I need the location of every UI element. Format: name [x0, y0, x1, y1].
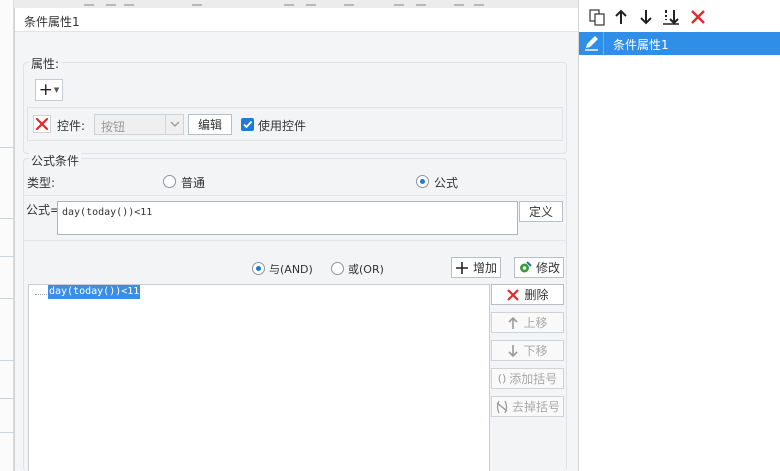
move-up-button[interactable]: 上移 [491, 312, 564, 333]
control-label: 控件: [57, 119, 86, 133]
plus-icon [455, 261, 468, 274]
condition-attribute-panel: 条件属性1 [578, 0, 780, 471]
close-icon[interactable] [689, 8, 707, 26]
chevron-down-icon [165, 115, 183, 134]
logic-or-radio[interactable] [331, 262, 344, 275]
use-control-label: 使用控件 [258, 119, 307, 133]
divider [24, 195, 567, 196]
control-select[interactable]: 按钮 [94, 114, 184, 135]
formula-condition-group: 公式条件 类型: 普通 公式 公式= day(today())<11 定义 与(… [23, 152, 567, 471]
remove-bracket-icon [496, 400, 508, 413]
copy-icon[interactable] [588, 8, 606, 26]
arrow-up-icon [508, 316, 519, 329]
close-icon [35, 117, 49, 131]
remove-bracket-button[interactable]: 去掉括号 [491, 396, 564, 417]
remove-control-button[interactable] [33, 115, 51, 133]
formula-condition-legend: 公式条件 [29, 152, 82, 169]
move-down-label: 下移 [523, 344, 548, 358]
modify-condition-label: 修改 [535, 261, 560, 275]
type-label: 类型: [27, 176, 56, 190]
move-to-bottom-icon[interactable] [662, 8, 680, 26]
checkmark-icon [243, 120, 253, 129]
arrow-down-icon[interactable] [637, 8, 655, 26]
add-property-button[interactable]: + ▼ [35, 79, 63, 101]
add-bracket-button[interactable]: () 添加括号 [491, 368, 564, 389]
modify-condition-button[interactable]: 修改 [514, 257, 564, 278]
formula-label: 公式= [26, 203, 61, 217]
panel-toolbar [579, 0, 780, 32]
add-condition-label: 增加 [472, 261, 497, 275]
bracket-icon: () [497, 372, 507, 385]
divider [24, 240, 567, 241]
plus-icon: + [38, 79, 53, 100]
pencil-icon [579, 32, 604, 55]
type-normal-label: 普通 [181, 176, 206, 190]
condition-list[interactable]: day(today())<11 [28, 284, 490, 471]
dropdown-arrow-icon: ▼ [53, 86, 60, 94]
add-bracket-label: 添加括号 [509, 372, 558, 386]
move-down-button[interactable]: 下移 [491, 340, 564, 361]
edit-button[interactable]: 编辑 [188, 114, 232, 135]
condition-item[interactable]: day(today())<11 [48, 285, 141, 299]
background-toolbar [14, 0, 578, 8]
control-select-value: 按钮 [101, 120, 126, 134]
control-row: 控件: 按钮 编辑 使用控件 [27, 107, 563, 141]
define-button[interactable]: 定义 [519, 201, 563, 222]
background-editor-strip [0, 0, 14, 471]
type-formula-radio[interactable] [416, 175, 429, 188]
logic-or-label: 或(OR) [348, 263, 384, 276]
gear-edit-icon [519, 261, 532, 273]
close-icon [507, 288, 520, 301]
dialog-title: 条件属性1 [15, 8, 579, 32]
panel-list-item-selected[interactable]: 条件属性1 [579, 32, 780, 55]
type-normal-radio[interactable] [163, 175, 176, 188]
formula-input[interactable]: day(today())<11 [57, 201, 518, 235]
properties-group: 属性: + ▼ 控件: 按钮 编辑 使用控件 [23, 55, 567, 154]
add-condition-button[interactable]: 增加 [451, 257, 501, 278]
properties-legend: 属性: [29, 55, 62, 72]
arrow-up-icon[interactable] [612, 8, 630, 26]
type-formula-label: 公式 [434, 176, 459, 190]
move-up-label: 上移 [523, 316, 548, 330]
remove-bracket-label: 去掉括号 [511, 400, 560, 414]
formula-input-value: day(today())<11 [62, 207, 153, 218]
logic-and-label: 与(AND) [269, 263, 313, 276]
tree-connector [35, 294, 47, 295]
delete-condition-button[interactable]: 删除 [491, 284, 564, 305]
use-control-checkbox[interactable] [241, 118, 254, 131]
panel-list-item-label: 条件属性1 [613, 38, 669, 52]
delete-condition-label: 删除 [524, 288, 549, 302]
logic-and-radio[interactable] [252, 262, 265, 275]
condition-property-dialog: 条件属性1 属性: + ▼ 控件: 按钮 编辑 使用控件 公式条件 类型: 普通… [14, 8, 579, 471]
arrow-down-icon [508, 344, 519, 357]
